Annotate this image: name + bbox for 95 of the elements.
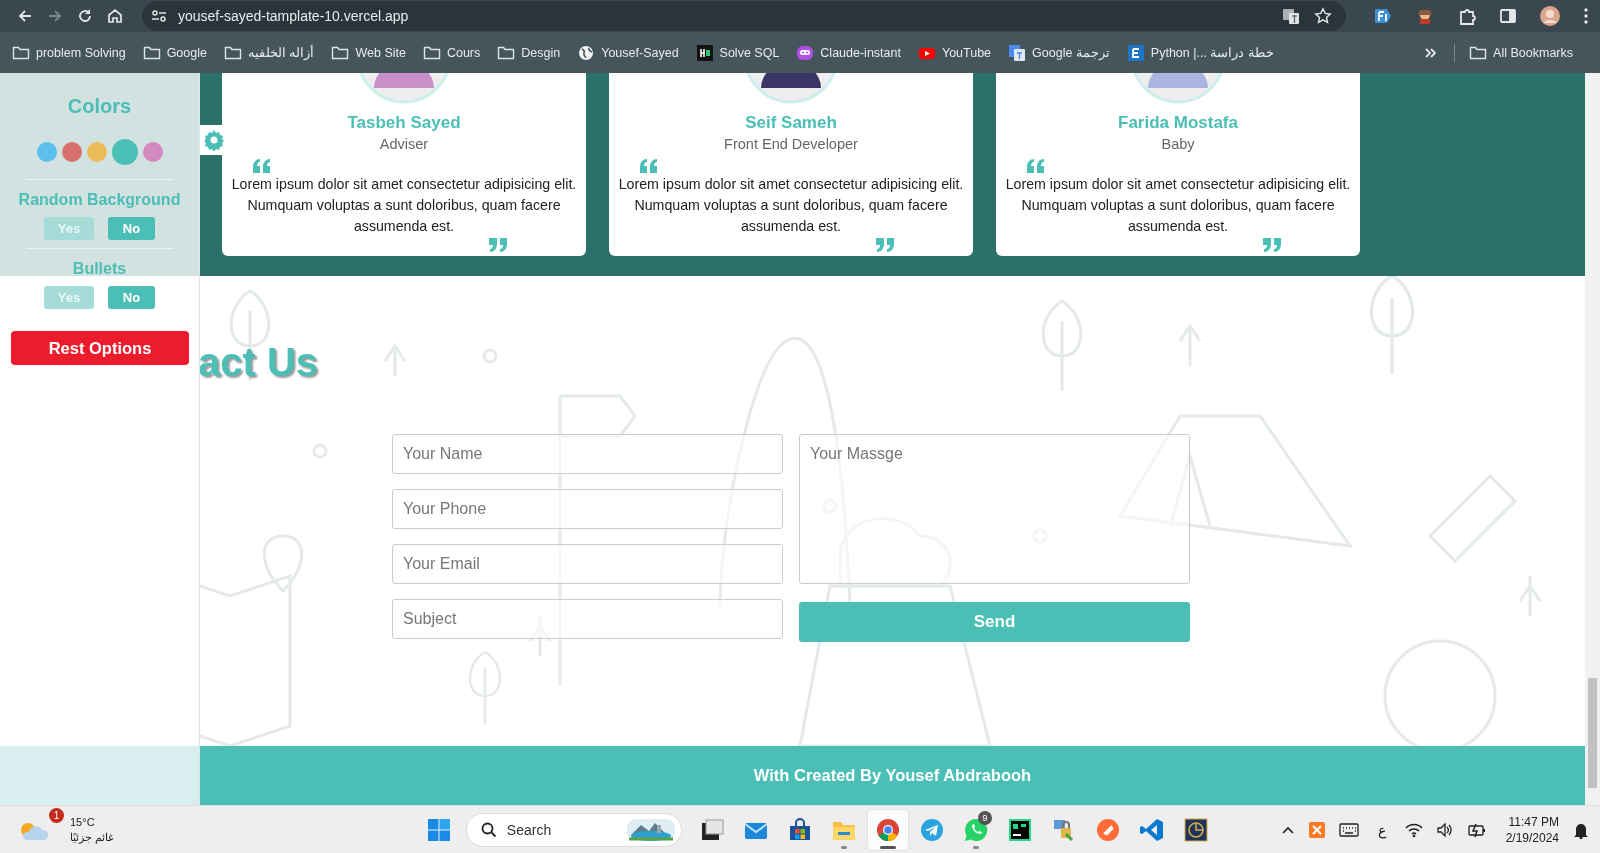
quote-open-icon [639,158,659,174]
temperature: 15°C [70,814,96,830]
document-icon [1126,43,1145,62]
scrollbar[interactable] [1585,73,1600,805]
running-indicator [879,845,896,849]
search-icon [480,821,497,838]
start-icon[interactable] [426,817,451,842]
person-name: Seif Sameh [745,112,837,134]
home-icon[interactable] [106,7,124,25]
quote-text: Lorem ipsum dolor sit amet consectetur adipisicing elit. Numquam voluptas a sunt doloribus, quam facere assumenda est. [230,175,578,236]
bookmark[interactable]: أزاله الخلفيه [223,43,315,62]
person-role: Baby [1161,135,1195,154]
chat-phone-icon [963,817,988,842]
wifi-icon[interactable] [1404,821,1423,838]
bookmark[interactable]: Claude-instant [796,43,901,62]
volume-icon[interactable] [1435,821,1454,838]
quote-text: Lorem ipsum dolor sit amet consectetur adipisicing elit. Numquam voluptas a sunt doloribus, quam facere assumenda est. [1004,175,1352,236]
reload-icon[interactable] [76,7,94,25]
task-view-icon [699,817,724,842]
code-logo-icon [695,43,714,62]
reset-button[interactable]: Rest Options [11,331,189,365]
globe-icon [577,43,596,62]
input-field[interactable]: Your Email [392,544,783,584]
bookmark[interactable]: Google ترجمة [1008,43,1110,62]
chevron-double-right-icon[interactable] [1424,45,1439,60]
quote-open-icon [252,158,272,174]
bookmark[interactable]: Yousef-Sayed [577,43,679,62]
footer-text: With Created By Yousef Abdrabooh [753,766,1032,785]
app-icon [1183,817,1208,842]
puzzle-icon[interactable] [1457,6,1477,26]
bookmark[interactable]: Python |... خطة دراسة [1126,43,1274,62]
input-field[interactable]: Your Phone [392,489,783,529]
url-text: yousef-sayed-tamplate-10.vercel.app [178,8,409,24]
browser-icon [875,817,900,842]
color-swatch[interactable] [36,142,57,162]
count-badge: 9 [977,810,992,825]
keyboard-icon[interactable] [1338,822,1359,837]
quote-text: Lorem ipsum dolor sit amet consectetur adipisicing elit. Numquam voluptas a sunt doloribus, quam facere assumenda est. [617,175,965,236]
panel-title: Colors [67,94,132,119]
ide-icon [1007,817,1032,842]
search-field[interactable]: Search [465,812,682,847]
menu-icon[interactable] [1583,7,1589,25]
settings-icon [203,129,225,151]
option-title: Random Background [18,190,181,210]
taskbar-app[interactable] [867,809,908,850]
all-bookmarks-button[interactable]: All Bookmarks [1469,43,1573,62]
bookmark-star-icon[interactable] [1314,7,1332,25]
bookmark[interactable]: problem Solving [12,43,126,62]
quote-close-icon [488,237,508,253]
bookmark[interactable]: Google [142,43,207,62]
extension-icon[interactable] [1373,6,1393,26]
side-panel-icon[interactable] [1499,7,1517,25]
address-bar[interactable]: yousef-sayed-tamplate-10.vercel.app [142,1,1346,31]
translate-icon [1008,43,1027,62]
bookmark[interactable]: Desgin [497,43,561,62]
clock-time: 11:47 PM [1508,813,1559,830]
quote-close-icon [875,237,895,253]
person-name: Farida Mostafa [1118,112,1238,134]
color-swatch[interactable] [142,142,163,162]
bookmark[interactable]: YouTube [917,43,992,62]
site-info-icon[interactable] [150,7,168,25]
running-indicator [972,845,979,849]
language-indicator[interactable]: ع [1377,821,1386,838]
weather-condition: غائم جزئيًا [70,829,115,845]
network-lock-icon [1051,817,1076,842]
code-editor-icon [1139,817,1164,842]
battery-plug-icon[interactable] [1466,821,1487,838]
bookmark[interactable]: Cours [422,43,481,62]
taskbar-app[interactable]: 9 [955,809,996,850]
clock-date: 2/19/2024 [1505,829,1559,846]
person-name: Tasbeh Sayed [347,112,461,134]
bookmark[interactable]: Solve SQL [695,43,780,62]
running-indicator [840,845,847,849]
store-icon [787,817,812,842]
person-role: Adviser [379,135,429,154]
rocket-icon [1095,817,1120,842]
section-heading: act Us [198,339,320,386]
app-icon[interactable] [1307,820,1326,839]
color-swatch[interactable] [61,142,82,162]
option-title: Bullets [72,259,127,279]
notification-badge: 1 [49,807,64,823]
input-field[interactable]: Your Name [392,434,783,474]
paper-plane-icon [919,817,944,842]
input-field[interactable]: Subject [392,599,783,639]
bookmark[interactable]: Web Site [331,43,406,62]
message-field[interactable]: Your Massge [799,434,1190,584]
robot-icon [796,43,815,62]
quote-close-icon [1262,237,1282,253]
color-swatch[interactable] [111,139,138,165]
quote-open-icon [1026,158,1046,174]
scrollbar-thumb[interactable] [1588,678,1597,788]
color-swatch[interactable] [86,142,107,162]
profile-avatar-icon[interactable] [1539,5,1561,27]
translate-icon[interactable] [1282,7,1300,25]
person-role: Front End Developer [724,135,858,154]
